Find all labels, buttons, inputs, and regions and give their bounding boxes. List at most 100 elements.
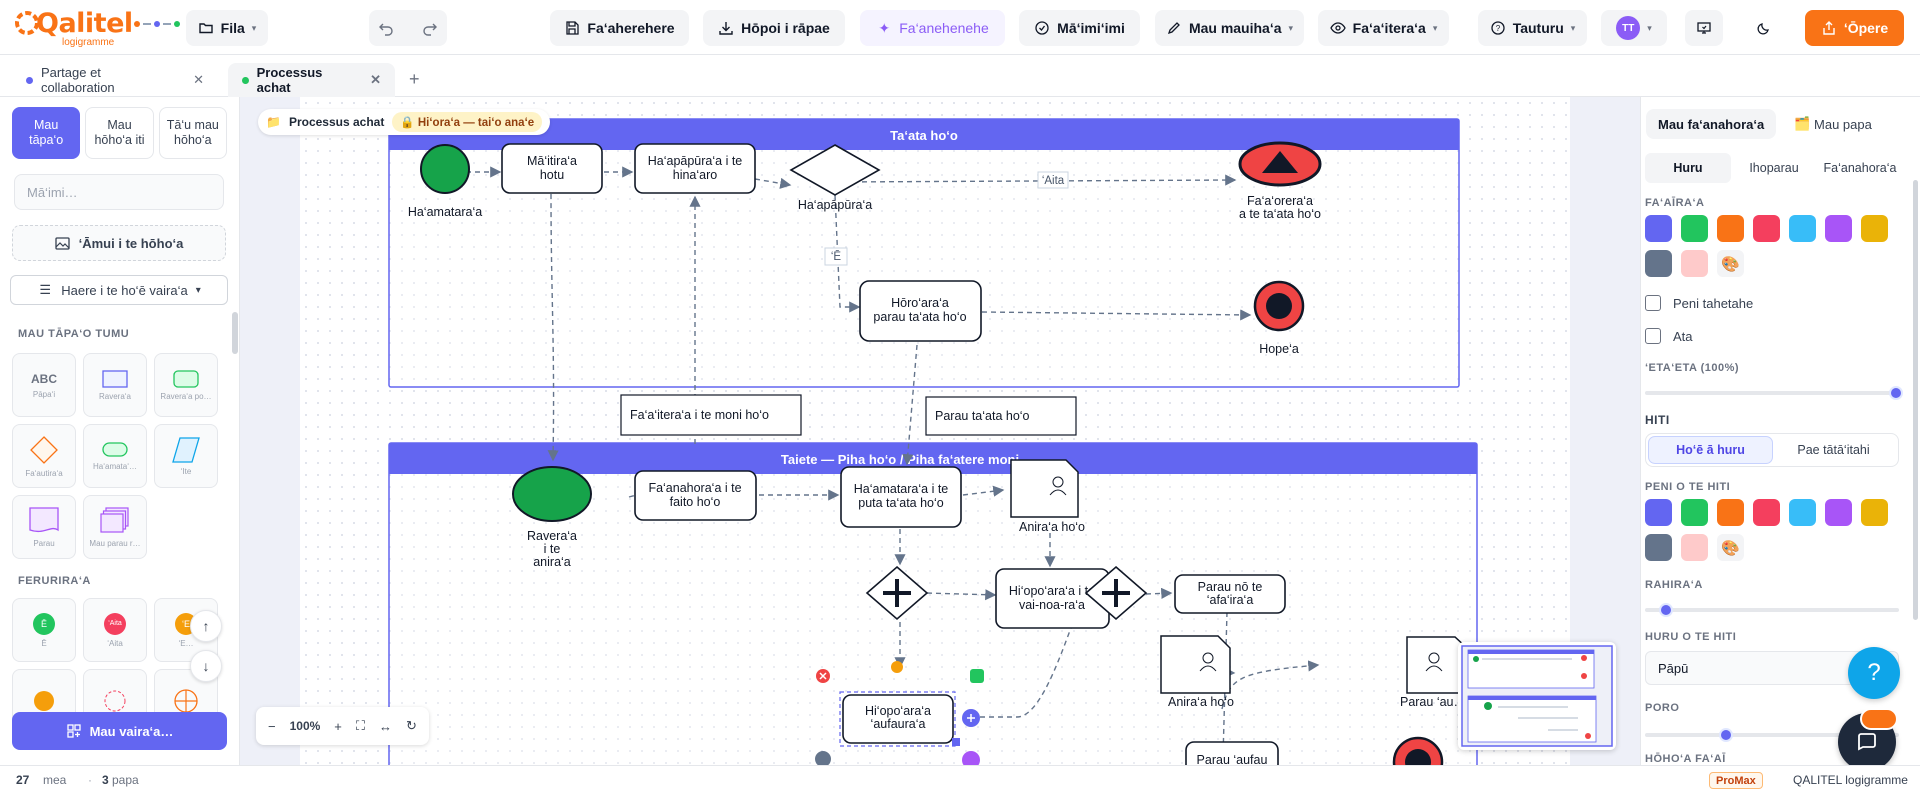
tab-properties[interactable]: Mau fa‘anahora‘a	[1646, 109, 1777, 139]
add-tab-button[interactable]: +	[409, 69, 420, 90]
line-swatch[interactable]	[1681, 499, 1708, 526]
task-compare-needs[interactable]: Ha‘apāpūra‘a i te hina‘aro	[634, 143, 756, 194]
fill-swatch[interactable]	[1681, 250, 1708, 277]
message-order[interactable]: Parau ta‘ata ho‘o	[925, 396, 1077, 436]
fill-swatch[interactable]	[1789, 215, 1816, 242]
task-identify-need[interactable]: Mā‘itira‘a hotu	[501, 143, 603, 194]
task-prepare-quote[interactable]: Fa‘anahora‘a i te faito ho‘o	[634, 470, 757, 521]
subtab-text[interactable]: Ihoparau	[1731, 153, 1817, 183]
present-button[interactable]	[1685, 10, 1723, 46]
fill-swatch[interactable]	[1861, 215, 1888, 242]
shape-rounded-rectangle[interactable]: Ravera‘a po…	[154, 353, 218, 417]
app-logo[interactable]: Qalitel logigramme	[14, 8, 180, 48]
data-object-order-2[interactable]: Anira‘a ho‘o	[1160, 635, 1234, 709]
tab-processus-achat[interactable]: Processus achat ✕	[228, 63, 395, 97]
opacity-slider[interactable]	[1645, 386, 1903, 400]
line-swatch[interactable]	[1717, 499, 1744, 526]
shape-yes[interactable]: Ē Ē	[12, 598, 76, 662]
line-swatch[interactable]	[1645, 499, 1672, 526]
group-select[interactable]: ☰ Haere i te ho‘ē vaira‘a ▾	[10, 275, 228, 305]
custom-color-palette-icon[interactable]: 🎨	[1717, 250, 1744, 277]
scroll-down-button[interactable]: ↓	[190, 650, 222, 682]
shadow-toggle[interactable]: Ata	[1645, 328, 1693, 344]
new-diagram-button[interactable]: Mau vaira‘a…	[12, 712, 227, 750]
message-price-info[interactable]: Fa‘a‘itera‘a i te moni ho‘o	[620, 394, 802, 436]
tab-partage[interactable]: Partage et collaboration ✕	[12, 63, 218, 97]
reset-view-icon[interactable]: ↻	[406, 718, 417, 734]
close-icon[interactable]: ✕	[193, 72, 204, 88]
import-image-button[interactable]: ‘Āmui i te hōho‘a	[12, 225, 226, 261]
file-menu-button[interactable]: Fila ▾	[186, 10, 268, 46]
user-menu-button[interactable]: TT ▾	[1601, 10, 1667, 46]
canvas-scrollbar[interactable]	[1627, 97, 1640, 765]
fill-swatch[interactable]	[1681, 215, 1708, 242]
view-menu-button[interactable]: Fa‘a‘itera‘a ▾	[1318, 10, 1449, 46]
line-mode-solid[interactable]: Ho‘ē ā huru	[1649, 437, 1772, 463]
line-swatch[interactable]	[1681, 534, 1708, 561]
end-event[interactable]: Hope‘a	[1253, 280, 1305, 356]
panel-scrollbar[interactable]	[232, 312, 238, 354]
fit-screen-icon[interactable]: ⛶	[356, 718, 365, 734]
duplicate-icon[interactable]	[970, 669, 984, 683]
handle-icon[interactable]	[891, 661, 903, 673]
shape-data[interactable]: ‘Ite	[154, 424, 218, 488]
shape-rectangle[interactable]: Ravera‘a	[83, 353, 147, 417]
shape-multi-document[interactable]: Mau parau r…	[83, 495, 147, 559]
model-menu-button[interactable]: Mau mauiha‘a ▾	[1155, 10, 1304, 46]
fill-swatch[interactable]	[1645, 215, 1672, 242]
save-button[interactable]: Fa‘aherehere	[550, 10, 689, 46]
line-width-slider[interactable]	[1645, 603, 1899, 617]
help-fab-button[interactable]: ?	[1848, 647, 1900, 699]
slider-knob[interactable]	[1719, 728, 1733, 742]
shape-document[interactable]: Parau	[12, 495, 76, 559]
shape-text[interactable]: ABC Pāpa‘i	[12, 353, 76, 417]
breadcrumb-folder[interactable]: Processus achat	[289, 115, 384, 129]
line-swatch[interactable]	[1645, 534, 1672, 561]
task-start-order[interactable]: Ha‘amatara‘a i te puta ta‘ata ho‘o	[840, 466, 962, 528]
shape-search-input[interactable]: Mā‘imi…	[14, 174, 224, 210]
zoom-level[interactable]: 100%	[290, 719, 321, 733]
theme-toggle-button[interactable]	[1745, 10, 1783, 46]
line-swatch[interactable]	[1861, 499, 1888, 526]
zoom-out-icon[interactable]: −	[268, 719, 276, 734]
fill-swatch[interactable]	[1645, 250, 1672, 277]
subtab-arrange[interactable]: Fa‘anahora‘a	[1817, 153, 1903, 183]
minimap[interactable]	[1458, 642, 1616, 750]
share-button[interactable]: ‘Ōpere	[1805, 10, 1904, 46]
task-payment-slip[interactable]: Parau ‘aufau	[1185, 741, 1279, 765]
line-swatch[interactable]	[1825, 499, 1852, 526]
fill-swatch[interactable]	[1753, 215, 1780, 242]
gradient-checkbox[interactable]	[1645, 295, 1661, 311]
tab-shapes[interactable]: Mau tāpa‘o	[12, 107, 81, 159]
diagram-canvas[interactable]: Ta‘ata ho‘o Taiete — Piha ho‘o / Piha fa…	[240, 97, 1640, 765]
custom-color-palette-icon[interactable]: 🎨	[1717, 534, 1744, 561]
task-place-order[interactable]: Hōro‘ara‘a parau ta‘ata ho‘o	[859, 280, 982, 342]
slider-knob[interactable]	[1659, 603, 1673, 617]
ai-beautify-button[interactable]: ✦ Fa‘anehenehe	[860, 10, 1005, 46]
shape-decision[interactable]: Fa‘autira‘a	[12, 424, 76, 488]
shadow-checkbox[interactable]	[1645, 328, 1661, 344]
check-button[interactable]: Mā‘imi‘imi	[1019, 10, 1140, 46]
fill-swatch[interactable]	[1825, 215, 1852, 242]
subtab-style[interactable]: Huru	[1645, 153, 1731, 183]
zoom-in-icon[interactable]: +	[334, 719, 342, 734]
gradient-toggle[interactable]: Peni tahetahe	[1645, 295, 1753, 311]
slider-knob[interactable]	[1889, 386, 1903, 400]
download-button[interactable]: Hōpoi i rāpae	[703, 10, 845, 46]
redo-icon[interactable]	[422, 20, 438, 36]
undo-icon[interactable]	[378, 20, 394, 36]
fill-swatch[interactable]	[1717, 215, 1744, 242]
close-icon[interactable]: ✕	[370, 72, 381, 88]
tab-layers[interactable]: 🗂️ Mau papa	[1782, 109, 1884, 139]
tab-my-shapes[interactable]: Tā‘u mau hōho‘a	[158, 107, 227, 159]
tab-templates[interactable]: Mau hōho‘a iti	[85, 107, 154, 159]
scroll-up-button[interactable]: ↑	[190, 610, 222, 642]
properties-scrollbar[interactable]	[1913, 180, 1918, 620]
fit-width-icon[interactable]: ↔	[379, 719, 392, 734]
data-object-order[interactable]: Anira‘a ho‘o	[1010, 459, 1085, 534]
help-menu-button[interactable]: ? Tauturu ▾	[1478, 10, 1587, 46]
shape-start[interactable]: Ha‘amata‘…	[83, 424, 147, 488]
task-delivery-note[interactable]: Parau nō te ‘afa‘ira‘a	[1174, 574, 1286, 614]
line-swatch[interactable]	[1789, 499, 1816, 526]
shape-no[interactable]: ‘Aita ‘Aita	[83, 598, 147, 662]
